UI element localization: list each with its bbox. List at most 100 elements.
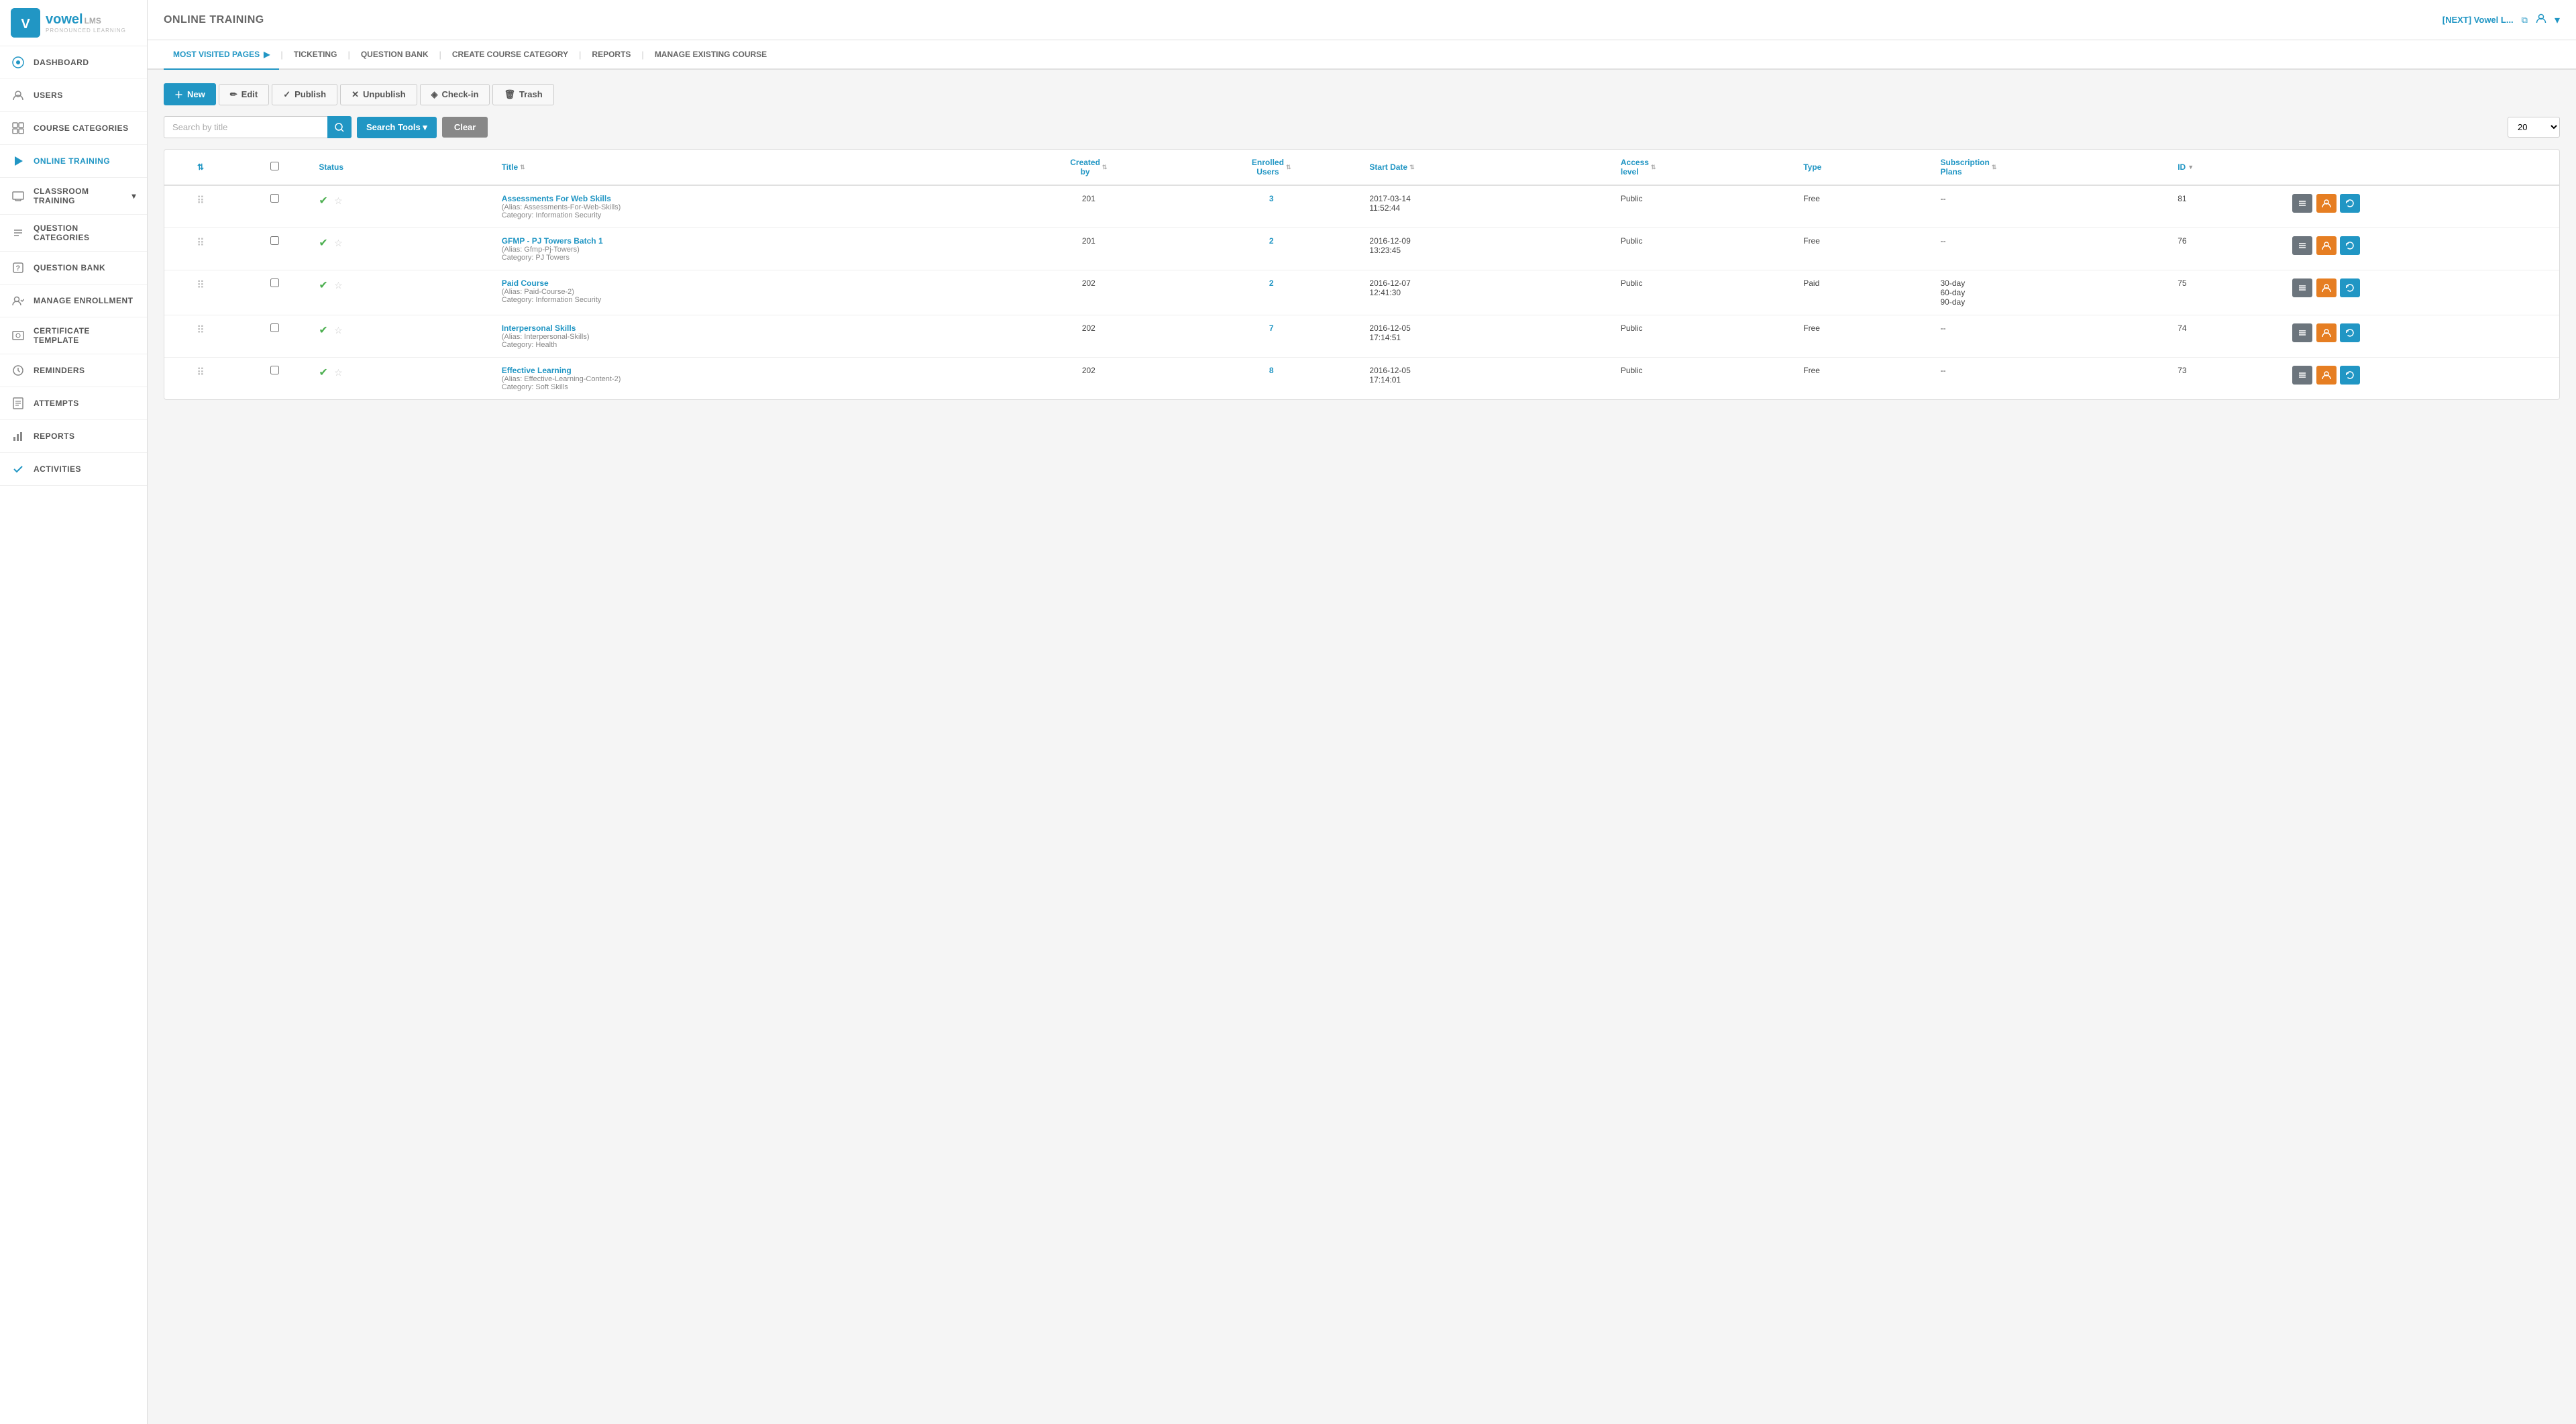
sidebar-item-activities[interactable]: ACTIVITIES [0, 453, 147, 486]
th-title[interactable]: Title ⇅ [495, 150, 998, 185]
navbar-ticketing[interactable]: TICKETING [284, 40, 347, 70]
drag-handle-cell[interactable]: ⠿ [164, 270, 237, 315]
th-checkbox[interactable] [237, 150, 312, 185]
refresh-action-button[interactable] [2340, 278, 2360, 297]
select-all-checkbox[interactable] [270, 162, 279, 170]
course-title-link[interactable]: GFMP - PJ Towers Batch 1 [502, 236, 603, 246]
list-action-button[interactable] [2292, 236, 2312, 255]
subscription-value: -- [1941, 194, 1946, 203]
type-cell: Free [1796, 358, 1933, 400]
row-checkbox-cell[interactable] [237, 228, 312, 270]
list-action-button[interactable] [2292, 366, 2312, 385]
th-enrolled[interactable]: EnrolledUsers ⇅ [1180, 150, 1362, 185]
row-checkbox[interactable] [270, 194, 279, 203]
course-title-link[interactable]: Paid Course [502, 278, 549, 288]
navbar-question-bank[interactable]: QUESTION BANK [352, 40, 438, 70]
drag-handle-icon[interactable]: ⠿ [197, 238, 205, 249]
unpublish-button[interactable]: ✕ Unpublish [340, 84, 417, 105]
list-action-button[interactable] [2292, 194, 2312, 213]
navbar-manage-existing-course[interactable]: MANAGE EXISTING COURSE [645, 40, 776, 70]
drag-handle-cell[interactable]: ⠿ [164, 228, 237, 270]
th-start-date[interactable]: Start Date ⇅ [1362, 150, 1613, 185]
row-checkbox-cell[interactable] [237, 185, 312, 228]
refresh-action-button[interactable] [2340, 366, 2360, 385]
drag-handle-icon[interactable]: ⠿ [197, 325, 205, 336]
search-input[interactable] [164, 116, 352, 138]
user-profile-icon[interactable] [2536, 13, 2546, 27]
navbar-most-visited[interactable]: MOST VISITED PAGES ▶ [164, 40, 279, 70]
star-icon[interactable]: ☆ [334, 280, 343, 291]
list-action-button[interactable] [2292, 278, 2312, 297]
sidebar-item-manage-enrollment[interactable]: MANAGE ENROLLMENT [0, 285, 147, 317]
refresh-action-button[interactable] [2340, 236, 2360, 255]
navbar-create-course-category[interactable]: CREATE COURSE CATEGORY [443, 40, 578, 70]
star-icon[interactable]: ☆ [334, 367, 343, 378]
edit-button[interactable]: ✏ Edit [219, 84, 269, 105]
drag-handle-icon[interactable]: ⠿ [197, 195, 205, 207]
row-checkbox-cell[interactable] [237, 358, 312, 400]
th-created-by[interactable]: Createdby ⇅ [998, 150, 1180, 185]
navbar-reports[interactable]: REPORTS [582, 40, 640, 70]
checkin-button[interactable]: ◈ Check-in [420, 84, 490, 105]
sidebar-item-course-categories[interactable]: COURSE CATEGORIES [0, 112, 147, 145]
sidebar-item-users[interactable]: USERS [0, 79, 147, 112]
row-checkbox[interactable] [270, 278, 279, 287]
user-link[interactable]: [NEXT] Vowel L... [2443, 15, 2514, 25]
enrolled-count[interactable]: 3 [1269, 194, 1274, 203]
list-action-button[interactable] [2292, 323, 2312, 342]
star-icon[interactable]: ☆ [334, 195, 343, 206]
refresh-action-button[interactable] [2340, 194, 2360, 213]
th-id[interactable]: ID ▼ [2171, 150, 2285, 185]
star-icon[interactable]: ☆ [334, 238, 343, 248]
sidebar-item-label: ACTIVITIES [34, 464, 81, 474]
sidebar-item-attempts[interactable]: ATTEMPTS [0, 387, 147, 420]
sidebar-item-certificate-template[interactable]: CERTIFICATE TEMPLATE [0, 317, 147, 354]
external-link-icon[interactable]: ⧉ [2522, 15, 2528, 26]
per-page-select[interactable]: 20 50 100 [2508, 117, 2560, 138]
refresh-action-button[interactable] [2340, 323, 2360, 342]
users-action-button[interactable] [2316, 323, 2337, 342]
times-icon: ✕ [352, 89, 359, 100]
course-title-link[interactable]: Assessments For Web Skills [502, 194, 611, 203]
search-submit-button[interactable] [327, 116, 352, 138]
sidebar-item-reports[interactable]: REPORTS [0, 420, 147, 453]
course-title-link[interactable]: Effective Learning [502, 366, 572, 375]
users-action-button[interactable] [2316, 366, 2337, 385]
users-action-button[interactable] [2316, 194, 2337, 213]
drag-handle-cell[interactable]: ⠿ [164, 315, 237, 358]
search-tools-button[interactable]: Search Tools ▾ [357, 117, 437, 138]
sidebar-item-dashboard[interactable]: DASHBOARD [0, 46, 147, 79]
sidebar-item-reminders[interactable]: REMINDERS [0, 354, 147, 387]
enrolled-count[interactable]: 2 [1269, 278, 1274, 288]
row-checkbox-cell[interactable] [237, 315, 312, 358]
sidebar-item-online-training[interactable]: ONLINE TRAINING [0, 145, 147, 178]
users-action-button[interactable] [2316, 236, 2337, 255]
sidebar-item-question-categories[interactable]: QUESTION CATEGORIES [0, 215, 147, 252]
trash-button[interactable]: 🗑 Trash [492, 84, 553, 105]
star-icon[interactable]: ☆ [334, 325, 343, 336]
drag-handle-icon[interactable]: ⠿ [197, 367, 205, 378]
enrolled-count[interactable]: 8 [1269, 366, 1274, 375]
row-checkbox-cell[interactable] [237, 270, 312, 315]
new-button[interactable]: ＋ New [164, 83, 216, 105]
sidebar-item-label: CLASSROOM TRAINING [34, 187, 123, 205]
course-title-link[interactable]: Interpersonal Skills [502, 323, 576, 333]
users-action-button[interactable] [2316, 278, 2337, 297]
clear-button[interactable]: Clear [442, 117, 488, 138]
enrolled-count[interactable]: 7 [1269, 323, 1274, 333]
th-subscription[interactable]: SubscriptionPlans ⇅ [1934, 150, 2171, 185]
row-checkbox[interactable] [270, 366, 279, 374]
th-sort[interactable]: ⇅ [164, 150, 237, 185]
sidebar-item-question-bank[interactable]: ? QUESTION BANK [0, 252, 147, 285]
drag-handle-cell[interactable]: ⠿ [164, 358, 237, 400]
th-access-level[interactable]: Accesslevel ⇅ [1614, 150, 1796, 185]
dropdown-icon[interactable]: ▾ [2555, 13, 2560, 27]
enrolled-count[interactable]: 2 [1269, 236, 1274, 246]
row-checkbox[interactable] [270, 323, 279, 332]
logo-sub: PRONOUNCED LEARNING [46, 28, 126, 34]
sidebar-item-classroom-training[interactable]: CLASSROOM TRAINING ▾ [0, 178, 147, 215]
publish-button[interactable]: ✓ Publish [272, 84, 337, 105]
row-checkbox[interactable] [270, 236, 279, 245]
drag-handle-cell[interactable]: ⠿ [164, 185, 237, 228]
drag-handle-icon[interactable]: ⠿ [197, 280, 205, 291]
